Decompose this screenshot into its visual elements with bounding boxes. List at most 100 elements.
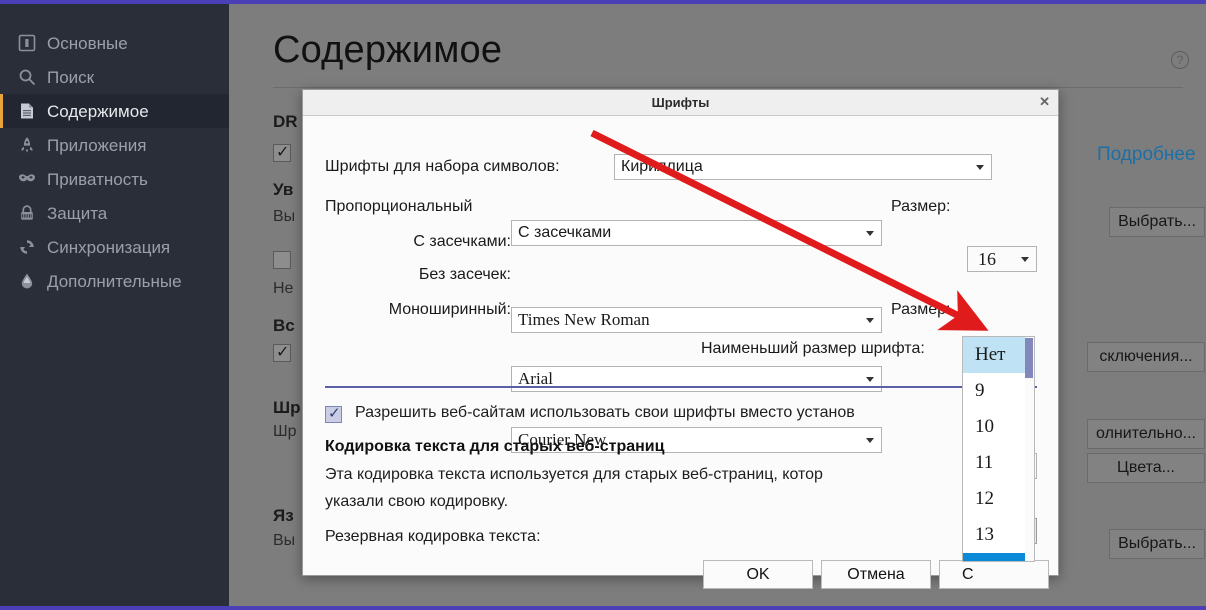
sidebar-item-label: Содержимое [47,101,149,121]
general-icon [16,33,38,53]
cancel-button-label: Отмена [847,565,905,583]
lock-icon [16,203,38,223]
ok-button[interactable]: OK [703,560,813,589]
drm-checkbox[interactable] [273,142,291,162]
mono-size-label: Размер: [891,301,951,318]
sidebar-item-label: Дополнительные [47,271,182,291]
exceptions-button[interactable]: сключения... [1087,342,1205,372]
proportional-row: Пропорциональный [325,194,472,220]
notifications-text: Вы [273,208,296,225]
serif-row: С засечками: [325,229,511,255]
sidebar-item-applications[interactable]: Приложения [0,128,229,162]
charset-select[interactable]: Кириллица [614,154,992,180]
sidebar-item-label: Приложения [47,135,147,155]
minsize-label: Наименьший размер шрифта: [701,340,925,357]
popups-heading: Вс [273,316,295,335]
chevron-down-icon [866,438,874,443]
sidebar-item-label: Поиск [47,67,95,87]
proportional-value: С засечками [518,224,612,241]
notifications-checkbox[interactable] [273,251,291,269]
charset-label: Шрифты для набора символов: [325,158,560,175]
sans-row: Без засечек: [325,262,511,288]
chevron-down-icon [866,377,874,382]
dropdown-option[interactable]: 10 [963,409,1034,445]
fallback-label: Резервная кодировка текста: [325,528,541,545]
minsize-row: Наименьший размер шрифта: [701,336,925,362]
encoding-text-line1: Эта кодировка текста используется для ст… [325,466,823,483]
popups-checkbox[interactable] [273,342,291,362]
proportional-size-label: Размер: [891,198,951,215]
learn-more-link[interactable]: Подробнее [1097,144,1196,166]
allow-fonts-checkbox[interactable] [325,404,342,423]
serif-select[interactable]: Times New Roman [511,307,882,333]
mask-icon [16,169,38,189]
sidebar-item-content[interactable]: Содержимое [0,94,229,128]
ok-button-label: OK [746,565,770,583]
content-icon [16,101,38,121]
sans-select[interactable]: Arial [511,366,882,392]
drm-heading: DR [273,112,298,131]
mono-label: Моноширинный: [388,301,511,318]
charset-value: Кириллица [621,158,703,175]
sidebar-item-advanced[interactable]: Дополнительные [0,264,229,298]
sidebar-item-label: Защита [47,203,108,223]
proportional-size-select[interactable]: 16 [967,246,1037,272]
app-root: Основные Поиск Содержимое Приложения При [0,0,1206,610]
chevron-down-icon [866,318,874,323]
sidebar-item-label: Приватность [47,169,148,189]
dropdown-scrollbar[interactable] [1025,337,1034,561]
chevron-down-icon [1021,257,1029,262]
choose-button-2[interactable]: Выбрать... [1109,529,1205,559]
sidebar-item-security[interactable]: Защита [0,196,229,230]
dialog-title-text: Шрифты [651,95,710,110]
proportional-size-row: Размер: [891,194,950,220]
mono-size-row: Размер: [891,297,950,323]
chevron-down-icon [866,231,874,236]
minsize-dropdown-list[interactable]: Нет 9 10 11 12 13 14 [962,336,1035,562]
search-icon [16,67,38,87]
dropdown-option[interactable]: 9 [963,373,1034,409]
colors-button[interactable]: Цвета... [1087,453,1205,483]
fonts-text: Шр [273,423,297,440]
encoding-heading: Кодировка текста для старых веб-страниц [325,438,665,455]
sidebar: Основные Поиск Содержимое Приложения При [0,4,229,606]
help-button-label: С [962,565,974,583]
choose-button-1-label: Выбрать... [1118,213,1196,230]
proportional-size-value: 16 [978,248,996,269]
notifications-subtext: Не [273,280,294,297]
dropdown-option[interactable]: Нет [963,337,1034,373]
cancel-button[interactable]: Отмена [821,560,931,589]
advanced-button[interactable]: олнительно... [1087,419,1205,449]
close-icon[interactable]: ✕ [1039,95,1050,108]
choose-button-2-label: Выбрать... [1118,535,1196,552]
fonts-heading: Шр [273,398,301,417]
serif-label: С засечками: [413,233,511,250]
sidebar-item-label: Синхронизация [47,237,171,257]
dropdown-option[interactable]: 14 [963,553,1034,561]
help-button[interactable]: С [939,560,1049,589]
sidebar-item-label: Основные [47,33,128,53]
flask-icon [16,271,38,291]
allow-fonts-label: Разрешить веб-сайтам использовать свои ш… [355,404,855,421]
chevron-down-icon [976,165,984,170]
proportional-select[interactable]: С засечками [511,220,882,246]
dropdown-option[interactable]: 13 [963,517,1034,553]
colors-button-label: Цвета... [1117,459,1175,476]
proportional-label: Пропорциональный [325,198,473,215]
rocket-icon [16,135,38,155]
dialog-separator [325,386,1037,388]
fallback-row: Резервная кодировка текста: [325,524,541,550]
choose-button-1[interactable]: Выбрать... [1109,207,1205,237]
mono-row: Моноширинный: [325,297,511,323]
dialog-body: Шрифты для набора символов: Кириллица Пр… [303,116,1058,589]
advanced-button-label: олнительно... [1096,425,1196,442]
dropdown-scrollbar-thumb[interactable] [1025,338,1033,378]
sidebar-item-general[interactable]: Основные [0,26,229,60]
sync-icon [16,237,38,257]
dialog-titlebar: Шрифты ✕ [303,90,1058,116]
dropdown-option[interactable]: 11 [963,445,1034,481]
sidebar-item-privacy[interactable]: Приватность [0,162,229,196]
sidebar-item-search[interactable]: Поиск [0,60,229,94]
sidebar-item-sync[interactable]: Синхронизация [0,230,229,264]
dropdown-option[interactable]: 12 [963,481,1034,517]
